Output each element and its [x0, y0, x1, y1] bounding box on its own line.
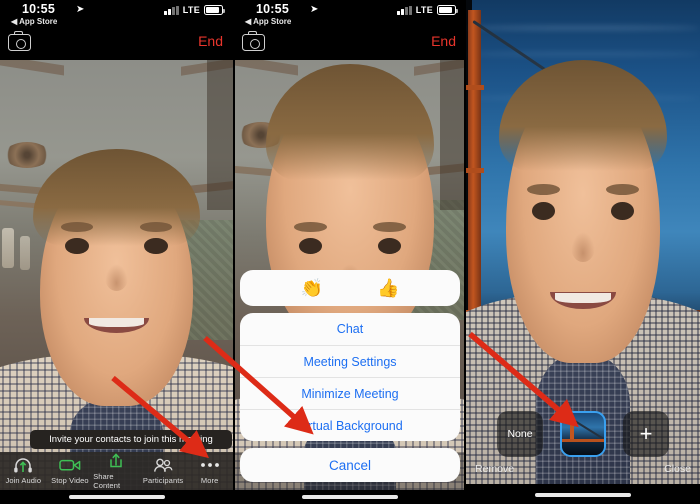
back-triangle-icon-2: ◀ [245, 17, 252, 26]
status-time: 10:55 [22, 2, 55, 16]
back-app-label-2: App Store [253, 17, 292, 26]
carrier-label-2: LTE [415, 5, 433, 15]
signal-bars-icon [164, 5, 179, 15]
toolbar-more[interactable]: More [186, 452, 233, 490]
screenshot-stage: 10:55 ➤ ◀ App Store LTE End Invite your … [0, 0, 700, 504]
action-sheet-options: Chat Meeting Settings Minimize Meeting V… [240, 313, 460, 441]
status-time-2: 10:55 [256, 2, 289, 16]
emoji-reaction-group: 👏 👍 [240, 270, 460, 306]
home-indicator-2[interactable] [302, 495, 398, 499]
battery-icon-2 [437, 5, 458, 15]
panel-virtual-background: None + Remove Close [466, 0, 700, 504]
virtual-background-thumbs: None + [466, 408, 700, 460]
toolbar-stop-video[interactable]: Stop Video [47, 452, 94, 490]
toolbar-share-content-label: Share Content [93, 471, 121, 490]
status-right-cluster-2: LTE [397, 5, 458, 15]
virtual-background-actions: Remove Close [466, 460, 700, 482]
vb-thumb-none[interactable]: None [497, 411, 543, 457]
emoji-row: 👏 👍 [240, 270, 460, 306]
toolbar-share-content[interactable]: Share Content [93, 452, 140, 490]
toolbar-join-audio-label: Join Audio [5, 476, 42, 485]
sheet-item-virtual-background[interactable]: Virtual Background [240, 409, 460, 441]
toolbar-participants[interactable]: Participants [140, 452, 187, 490]
vb-thumb-golden-gate-bridge[interactable] [560, 411, 606, 457]
more-dots-icon [200, 457, 220, 473]
more-action-sheet: 👏 👍 Chat Meeting Settings Minimize Meeti… [240, 270, 460, 482]
back-app-label: App Store [19, 17, 58, 26]
back-to-app-store-link-2[interactable]: ◀ App Store [245, 17, 291, 26]
end-meeting-button-2[interactable]: End [431, 33, 456, 49]
headset-join-audio-icon [13, 457, 33, 473]
video-camera-icon [59, 457, 81, 473]
invite-tooltip-text: Invite your contacts to join this meetin… [49, 434, 213, 445]
panel-zoom-meeting: 10:55 ➤ ◀ App Store LTE End Invite your … [0, 0, 233, 504]
sheet-cancel-button[interactable]: Cancel [240, 448, 460, 482]
battery-icon [204, 5, 225, 15]
end-meeting-button[interactable]: End [198, 33, 223, 49]
ios-status-bar: 10:55 ➤ ◀ App Store LTE [0, 0, 233, 30]
participants-icon [153, 457, 173, 473]
thumbs-up-emoji[interactable]: 👍 [377, 278, 399, 299]
meeting-top-bar-2: End [234, 30, 466, 60]
ios-status-bar-2: 10:55 ➤ ◀ App Store LTE [234, 0, 466, 30]
back-to-app-store-link[interactable]: ◀ App Store [11, 17, 57, 26]
home-indicator-1[interactable] [68, 495, 165, 499]
invite-tooltip: Invite your contacts to join this meetin… [30, 430, 232, 454]
carrier-label: LTE [182, 5, 200, 15]
home-indicator-3[interactable] [535, 493, 631, 497]
toolbar-participants-label: Participants [142, 476, 184, 485]
toolbar-join-audio[interactable]: Join Audio [0, 452, 47, 490]
switch-camera-icon[interactable] [8, 31, 31, 51]
toolbar-more-label: More [200, 476, 219, 485]
signal-bars-icon-2 [397, 5, 412, 15]
panel-divider-1 [233, 0, 235, 504]
meeting-top-bar: End [0, 30, 233, 60]
location-arrow-icon: ➤ [76, 4, 85, 15]
sheet-item-meeting-settings[interactable]: Meeting Settings [240, 345, 460, 377]
vb-thumb-none-label: None [507, 428, 533, 440]
status-right-cluster: LTE [164, 5, 225, 15]
sheet-item-chat[interactable]: Chat [240, 313, 460, 345]
clap-emoji[interactable]: 👏 [301, 278, 323, 299]
switch-camera-icon-2[interactable] [242, 31, 265, 51]
location-arrow-icon-2: ➤ [310, 4, 319, 15]
share-upload-icon [108, 452, 124, 469]
vb-thumb-add-button[interactable]: + [623, 411, 669, 457]
panel-more-menu: 10:55 ➤ ◀ App Store LTE End Join Audio S… [234, 0, 466, 504]
thumb-water-icon [562, 442, 604, 455]
back-triangle-icon: ◀ [11, 17, 18, 26]
meeting-bottom-toolbar: Join Audio Stop Video Share Content Part… [0, 452, 233, 490]
panel-divider-2 [464, 0, 466, 504]
plus-icon: + [639, 421, 653, 446]
virtual-background-bar: None + Remove Close [466, 408, 700, 484]
thumb-cable-icon [571, 418, 604, 442]
vb-remove-button[interactable]: Remove [475, 463, 514, 475]
sheet-item-minimize-meeting[interactable]: Minimize Meeting [240, 377, 460, 409]
toolbar-stop-video-label: Stop Video [51, 476, 89, 485]
vb-close-button[interactable]: Close [664, 463, 691, 475]
